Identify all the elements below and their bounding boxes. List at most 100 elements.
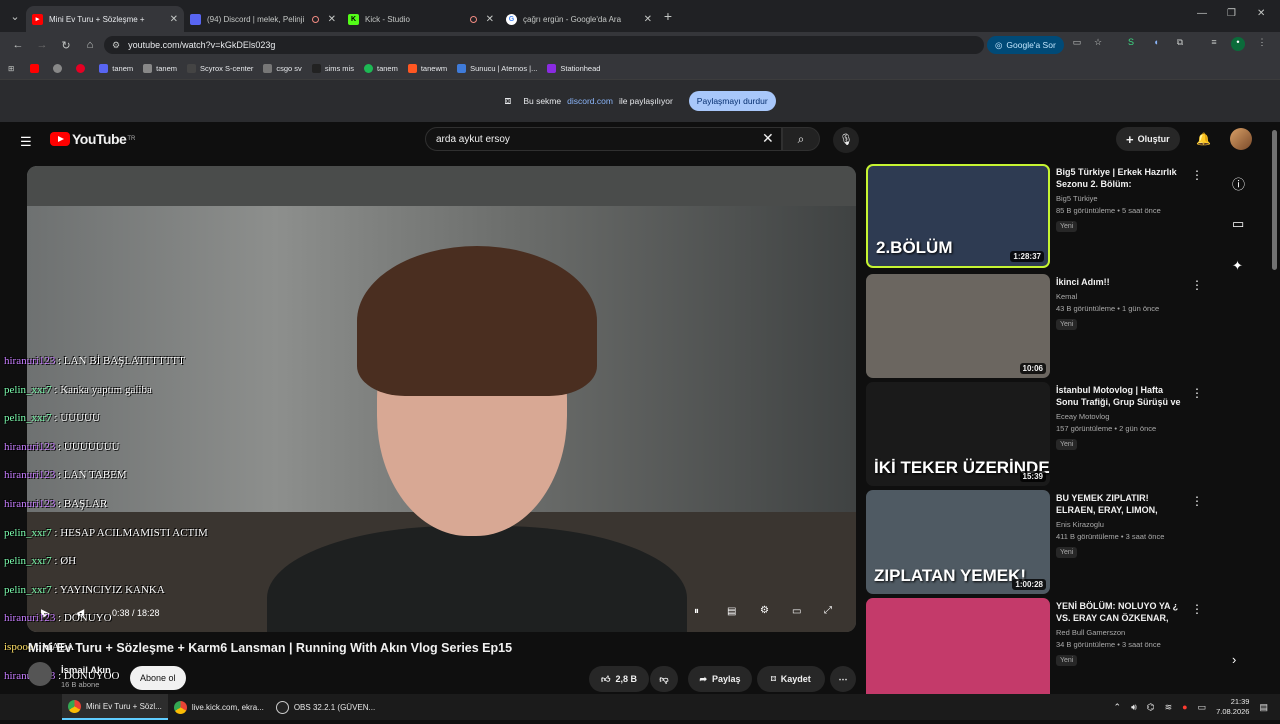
youtube-logo[interactable]: YouTube TR [50,131,135,147]
video-thumbnail[interactable]: 2.BÖLÜM 1:28:37 [866,164,1050,268]
google-ask-button[interactable]: ◎ Google'a Sor [987,36,1064,54]
settings-gear-icon[interactable]: ⚙ [760,605,769,616]
clear-search-icon[interactable]: ✕ [762,130,774,147]
recommended-video[interactable]: 2.BÖLÜM 1:28:37 Big5 Türkiye | Erkek Hazır… [866,164,1203,268]
theater-mode-icon[interactable]: ▭ [792,606,801,617]
share-button[interactable]: ➦ Paylaş [688,666,752,692]
hamburger-menu-icon[interactable]: ☰ [20,134,32,150]
bookmark-item[interactable]: tanem [143,64,177,73]
clock[interactable]: 21:39 7.08.2026 [1216,697,1249,717]
channel-name[interactable]: Big5 Türkiye [1056,194,1186,203]
bookmark-item[interactable]: tanem [99,64,133,73]
extension-s-icon[interactable]: S [1124,37,1138,51]
bookmark-item[interactable]: tanem [363,64,398,73]
battery-icon[interactable]: ▭ [1198,702,1207,713]
stop-sharing-button[interactable]: Paylaşmayı durdur [688,91,776,111]
close-icon[interactable]: ✕ [486,14,494,25]
more-vertical-icon[interactable]: ⋮ [1191,168,1203,182]
channel-name[interactable]: Kemal [1056,292,1186,301]
cast-icon[interactable]: ▭ [1070,37,1084,51]
scrollbar-thumb[interactable] [1272,130,1277,270]
extension-audio-icon[interactable]: ◖ [1149,37,1163,51]
channel-name[interactable]: Eceay Motovlog [1056,412,1186,421]
wifi-icon[interactable]: ≋ [1165,702,1173,713]
tab-search-icon[interactable]: ⌄ [4,5,26,27]
video-thumbnail[interactable]: İKİ TEKER ÜZERİNDE 15:39 [866,382,1050,486]
dislike-button[interactable]: 👎︎ [650,666,678,692]
notifications-bell-icon[interactable]: 🔔 [1196,132,1211,146]
tray-expand-icon[interactable]: ⌃ [1114,702,1122,713]
bookmark-pinterest[interactable] [76,64,89,73]
tab-kick[interactable]: K Kick - Studio ✕ [342,6,500,32]
window-close-icon[interactable]: ✕ [1257,8,1265,19]
record-app-icon[interactable]: ● [1182,702,1187,712]
recommended-video[interactable]: İKİ TEKER ÜZERİNDE 15:39 İstanbul Motovlog… [866,382,1203,486]
bookmark-item[interactable]: tanewm [407,64,447,73]
forward-icon[interactable]: → [30,39,54,51]
extensions-icon[interactable]: ⧉ [1173,37,1187,51]
reading-list-icon[interactable]: ≡ [1207,37,1221,51]
taskbar-item-youtube[interactable]: Mini Ev Turu + Sözl... [62,694,168,720]
close-icon[interactable]: ✕ [328,14,336,25]
bookmark-web[interactable] [53,64,66,73]
apps-icon[interactable]: ⊞ [8,64,14,73]
fullscreen-icon[interactable]: ⤢ [824,605,832,616]
more-actions-button[interactable]: ⋯ [830,666,856,692]
tab-google[interactable]: G çağrı ergün - Google'da Ara ✕ [500,6,658,32]
close-icon[interactable]: ✕ [644,14,652,25]
bookmark-item[interactable]: Sunucu | Aternos |... [457,64,537,73]
video-title[interactable]: BU YEMEK ZIPLATIR! ELRAEN, ERAY, LIMON, … [1056,492,1186,516]
bookmark-item[interactable]: sims mis [311,64,354,73]
search-input[interactable]: arda aykut ersoy [425,127,782,151]
channel-avatar[interactable] [28,662,52,686]
channel-name[interactable]: Enis Kirazoglu [1056,520,1186,529]
more-vertical-icon[interactable]: ⋮ [1191,386,1203,400]
channel-name[interactable]: Red Bull Gamerszon [1056,628,1186,637]
bookmark-star-icon[interactable]: ☆ [1091,37,1105,51]
more-vertical-icon[interactable]: ⋮ [1191,602,1203,616]
info-icon[interactable]: ⓘ [1232,174,1245,193]
video-title[interactable]: YENİ BÖLÜM: NOLUYO YA ¿ VS. ERAY CAN ÖZK… [1056,600,1186,624]
restore-icon[interactable]: ❐ [1227,8,1236,19]
avatar[interactable] [1230,128,1252,150]
video-thumbnail[interactable] [866,598,1050,702]
pause-toggle-icon[interactable]: ⏸ [694,606,699,617]
taskbar-item-obs[interactable]: OBS 32.2.1 (GÜVEN... [270,694,381,720]
taskbar-item-kick[interactable]: live.kick.com, ekra... [168,694,270,720]
video-title[interactable]: İstanbul Motovlog | Hafta Sonu Trafiği, … [1056,384,1186,408]
more-vertical-icon[interactable]: ⋮ [1191,278,1203,292]
search-button[interactable]: ⌕ [782,127,820,151]
save-button[interactable]: ⌑ Kaydet [757,666,825,692]
recommended-video[interactable]: YENİ BÖLÜM: NOLUYO YA ¿ VS. ERAY CAN ÖZK… [866,598,1203,702]
home-icon[interactable]: ⌂ [78,39,102,51]
like-button[interactable]: 👍︎ 2,8 B [589,666,649,692]
menu-icon[interactable]: ⋮ [1255,37,1269,51]
ai-sparkle-icon[interactable]: ✦ [1232,258,1243,274]
site-info-icon[interactable]: ⚙ [112,40,120,51]
speaker-icon[interactable]: 🔊︎ [1131,702,1137,713]
bookmark-item[interactable]: csgo sv [263,64,302,73]
back-icon[interactable]: ← [6,39,30,51]
bookmark-item[interactable]: Stationhead [547,64,600,73]
profile-icon[interactable]: • [1231,37,1245,51]
create-button[interactable]: + Oluştur [1116,127,1180,151]
notifications-icon[interactable]: ▤ [1259,702,1268,713]
minimize-icon[interactable]: — [1197,8,1207,19]
bookmark-item[interactable]: Scyrox S-center [187,64,253,73]
video-title[interactable]: İkinci Adım!! [1056,276,1186,288]
recommended-video[interactable]: 10:06 İkinci Adım!! Kemal 43 B görüntüleme … [866,274,1203,378]
bookmark-youtube[interactable] [30,64,43,73]
video-thumbnail[interactable]: 10:06 [866,274,1050,378]
channel-name[interactable]: İsmail Akın [61,665,111,676]
subtitles-icon[interactable]: ▤ [727,606,736,617]
voice-search-button[interactable]: 🎙 [833,127,859,153]
network-icon[interactable]: ⌬ [1147,702,1155,713]
comments-icon[interactable]: ▭ [1232,216,1244,232]
more-vertical-icon[interactable]: ⋮ [1191,494,1203,508]
close-icon[interactable]: ✕ [170,14,178,25]
tab-youtube[interactable]: ▸ Mini Ev Turu + Sözleşme + ✕ [26,6,184,32]
new-tab-button[interactable]: + [658,8,678,24]
chevron-right-icon[interactable]: › [1232,652,1236,667]
tab-discord[interactable]: (94) Discord | melek, Pelinji ✕ [184,6,342,32]
video-title[interactable]: Big5 Türkiye | Erkek Hazırlık Sezonu 2. … [1056,166,1186,190]
